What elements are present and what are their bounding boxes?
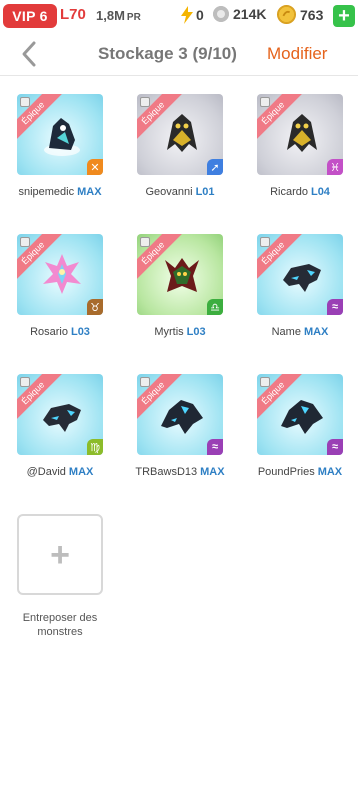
monster-level: MAX <box>77 186 102 198</box>
monster-level: L03 <box>186 326 206 338</box>
gold-coin-icon <box>277 5 296 24</box>
monster-card[interactable]: Épique ♍ <box>17 374 103 455</box>
element-earth-icon: ♉ <box>87 299 103 315</box>
monster-name-text: Name <box>271 326 301 338</box>
gold-counter[interactable]: 763 <box>277 5 323 24</box>
monster-level: MAX <box>317 466 343 478</box>
element-water-icon: ≈ <box>327 439 343 455</box>
monster-name-text: snipemedic <box>18 186 75 198</box>
lightning-icon <box>181 6 193 24</box>
plus-icon: + <box>50 535 70 574</box>
element-water-icon: ≈ <box>207 439 223 455</box>
player-level: L70 <box>60 6 86 23</box>
monster-portrait <box>165 258 199 292</box>
element-fire-icon: ✕ <box>87 159 103 175</box>
monster-name-text: Rosario <box>30 326 68 338</box>
monster-card[interactable]: Épique ➚ <box>137 94 223 175</box>
food-icon <box>213 6 229 22</box>
storage-box-icon <box>20 97 30 107</box>
storage-box-icon <box>20 377 30 387</box>
monster-slot[interactable]: Épique ♉ Rosario L03 <box>0 218 103 338</box>
monster-slot[interactable]: Épique ≈ PoundPries MAX <box>240 358 343 478</box>
monster-level: MAX <box>200 466 225 478</box>
monster-slot[interactable]: Épique ♓ Ricardo L04 <box>240 78 343 198</box>
monster-level: L04 <box>310 186 330 198</box>
gold-value: 763 <box>300 6 324 23</box>
monster-slot[interactable]: Épique ≈ TRBawsD13 MAX <box>120 358 225 478</box>
storage-box-icon <box>260 97 270 107</box>
monster-name-text: Geovanni <box>145 186 193 198</box>
monster-name-text: @David <box>26 466 66 478</box>
power-unit: PR <box>126 12 141 23</box>
page-title: Stockage 3 (9/10) <box>98 44 237 63</box>
monster-card[interactable]: Épique ≈ <box>257 374 343 455</box>
storage-box-icon <box>260 237 270 247</box>
element-wind-icon: ➚ <box>207 159 223 175</box>
monster-card[interactable]: Épique ♓ <box>257 94 343 175</box>
monster-card[interactable]: Épique ≈ <box>137 374 223 455</box>
page-header: Stockage 3 (9/10) Modifier <box>0 32 358 76</box>
energy-value: 0 <box>196 7 204 23</box>
storage-box-icon <box>20 237 30 247</box>
monster-name: Myrtis L03 <box>120 326 240 338</box>
element-magic-icon: ♓ <box>327 159 343 175</box>
element-water-icon: ≈ <box>327 299 343 315</box>
monster-name-text: Myrtis <box>154 326 184 338</box>
monster-level: L01 <box>195 186 215 198</box>
food-value: 214K <box>233 6 267 22</box>
storage-box-icon <box>140 237 150 247</box>
monster-slot[interactable]: Épique ♎ Myrtis L03 <box>120 218 223 338</box>
monster-name: Ricardo L04 <box>240 186 358 198</box>
storage-box-icon <box>260 377 270 387</box>
monster-level: MAX <box>303 326 329 338</box>
store-monsters-button[interactable]: + <box>17 514 103 595</box>
monster-name-text: PoundPries <box>257 466 315 478</box>
energy-counter[interactable]: 0 <box>180 6 204 24</box>
back-chevron-icon[interactable] <box>18 40 42 68</box>
monster-portrait <box>283 264 321 292</box>
status-bar: VIP 6 L70 1,8M PR 0 214K 763 + <box>0 0 358 32</box>
monster-card[interactable]: Épique ♎ <box>137 234 223 315</box>
element-virgo-icon: ♍ <box>87 439 103 455</box>
power-rating: 1,8M PR <box>96 8 141 23</box>
monster-portrait <box>287 114 317 152</box>
power-value: 1,8M <box>96 8 125 23</box>
store-monsters-label: Entreposer des monstres <box>22 612 98 638</box>
storage-box-icon <box>140 377 150 387</box>
vip-badge[interactable]: VIP 6 <box>3 4 57 28</box>
monster-name-text: Ricardo <box>270 186 308 198</box>
monster-name: Rosario L03 <box>0 326 120 338</box>
element-nature-icon: ♎ <box>207 299 223 315</box>
monster-portrait <box>167 114 197 152</box>
monster-slot[interactable]: Épique ✕ snipemedic MAX <box>0 78 103 198</box>
monster-level: L03 <box>70 326 90 338</box>
monster-portrait <box>281 400 323 434</box>
monster-name: Name MAX <box>240 326 358 338</box>
monster-slot[interactable]: Épique ≈ Name MAX <box>240 218 343 338</box>
storage-box-icon <box>140 97 150 107</box>
monster-name: PoundPries MAX <box>240 466 358 478</box>
monster-portrait <box>44 118 80 156</box>
monster-portrait <box>43 254 81 294</box>
monster-card[interactable]: Épique ≈ <box>257 234 343 315</box>
monster-portrait <box>161 400 203 434</box>
food-counter[interactable]: 214K <box>213 6 266 22</box>
monster-slot[interactable]: Épique ➚ Geovanni L01 <box>120 78 223 198</box>
modify-button[interactable]: Modifier <box>267 44 327 64</box>
monster-name: @David MAX <box>0 466 120 478</box>
monster-name: TRBawsD13 MAX <box>120 466 240 478</box>
monster-card[interactable]: Épique ♉ <box>17 234 103 315</box>
monster-level: MAX <box>68 466 94 478</box>
add-gold-button[interactable]: + <box>333 5 355 27</box>
monster-name: snipemedic MAX <box>0 186 120 198</box>
monster-card[interactable]: Épique ✕ <box>17 94 103 175</box>
monster-slot[interactable]: Épique ♍ @David MAX <box>0 358 103 478</box>
monster-name-text: TRBawsD13 <box>135 466 198 478</box>
monster-portrait <box>43 404 81 432</box>
monster-name: Geovanni L01 <box>120 186 240 198</box>
